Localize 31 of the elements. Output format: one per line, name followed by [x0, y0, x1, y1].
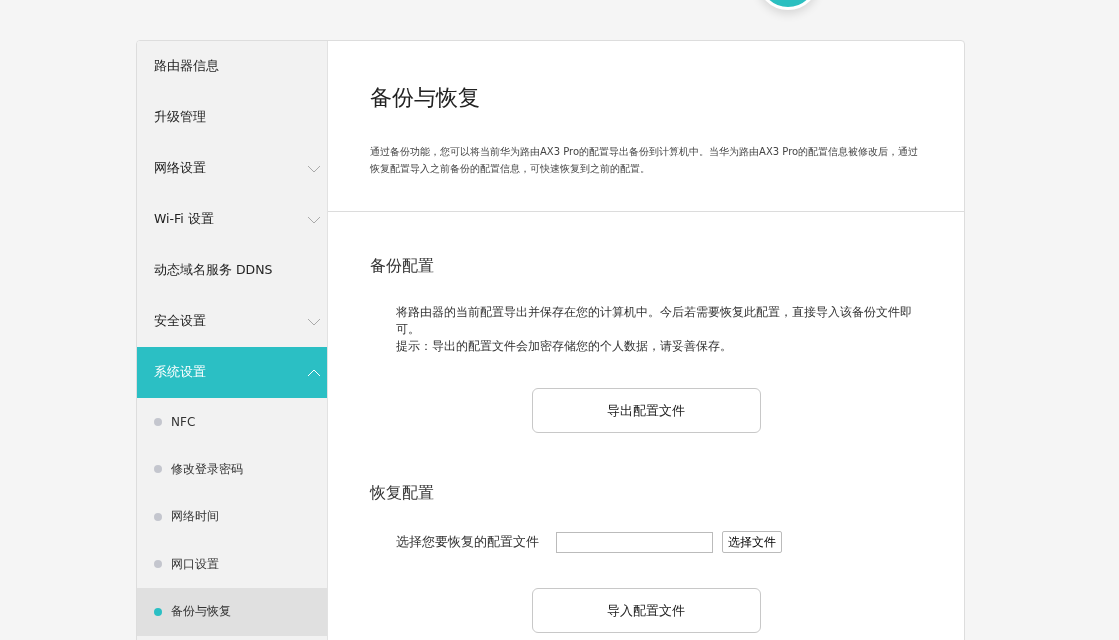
chevron-down-icon [307, 215, 321, 224]
bullet-icon [154, 512, 162, 521]
sidebar-subitem[interactable]: 网络时间 [137, 493, 327, 541]
sidebar-item[interactable]: 升级管理 [137, 92, 327, 143]
chevron-up-icon [307, 368, 321, 377]
sidebar-item[interactable]: Wi-Fi 设置 [137, 194, 327, 245]
backup-description: 将路由器的当前配置导出并保存在您的计算机中。今后若需要恢复此配置，直接导入该备份文件即可。 [396, 304, 913, 338]
sidebar-subitem[interactable]: 网口设置 [137, 540, 327, 588]
chevron-down-icon [307, 317, 321, 326]
sidebar-item[interactable]: 安全设置 [137, 296, 327, 347]
sidebar-subitem[interactable]: 修改登录密码 [137, 445, 327, 493]
export-button[interactable]: 导出配置文件 [531, 388, 761, 433]
section-heading: 备份配置 [370, 256, 435, 277]
import-button[interactable]: 导入配置文件 [531, 588, 761, 633]
section-heading: 恢复配置 [370, 483, 435, 504]
sidebar-item[interactable]: 路由器信息 [137, 41, 327, 92]
file-label: 选择您要恢复的配置文件 [396, 533, 539, 551]
bullet-icon [154, 465, 162, 474]
sidebar-subitem[interactable]: NFC [137, 398, 327, 446]
sidebar-item[interactable]: 动态域名服务 DDNS [137, 245, 327, 296]
page-description: 通过备份功能，您可以将当前华为路由AX3 Pro的配置导出备份到计算机中。当华为路由AX3 Pro的配置信息被修改后，通过恢复配置导入之前备份的配置信息，可快速恢复到之前的配置。 [370, 145, 920, 176]
chevron-down-icon [307, 164, 321, 173]
bullet-icon [154, 560, 162, 569]
sidebar-item[interactable]: 网络设置 [137, 143, 327, 194]
bullet-icon [154, 607, 162, 616]
choose-file-button[interactable]: 选择文件 [722, 531, 782, 553]
bullet-icon [154, 417, 162, 426]
backup-hint: 提示：导出的配置文件会加密存储您的个人数据，请妥善保存。 [396, 338, 733, 355]
sidebar-subitem[interactable]: 备份与恢复 [137, 588, 327, 636]
page-title: 备份与恢复 [370, 84, 481, 112]
file-path-field[interactable] [556, 531, 713, 553]
